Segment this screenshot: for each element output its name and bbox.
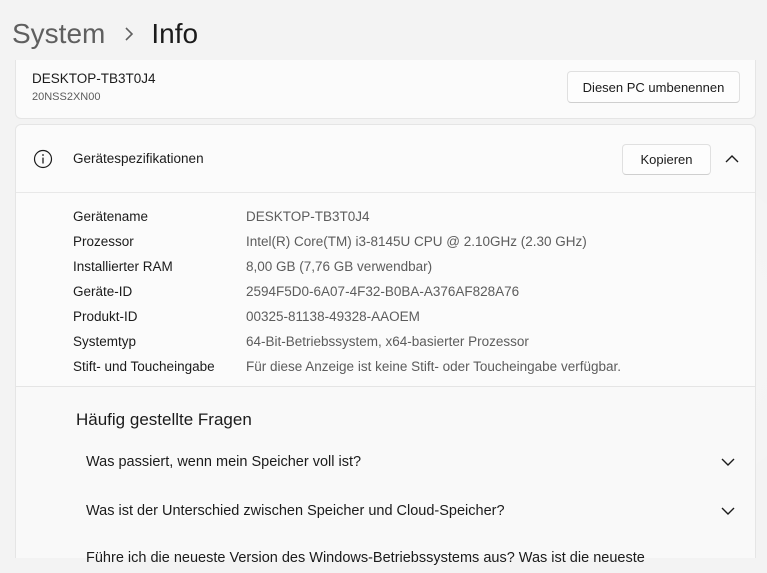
faq-question: Führe ich die neueste Version des Window… [86, 550, 645, 566]
spec-label: Produkt-ID [73, 309, 138, 324]
spec-label: Gerätename [73, 209, 149, 224]
info-icon [33, 149, 53, 169]
faq-question: Was ist der Unterschied zwischen Speiche… [86, 503, 505, 519]
spec-row: Installierter RAM 8,00 GB (7,76 GB verwe… [73, 254, 621, 279]
copy-button[interactable]: Kopieren [622, 144, 711, 175]
spec-value: Für diese Anzeige ist keine Stift- oder … [246, 359, 621, 374]
faq-item[interactable]: Führe ich die neueste Version des Window… [86, 543, 716, 573]
device-specs-card: Gerätespezifikationen Kopieren Gerätenam… [15, 124, 756, 387]
faq-item[interactable]: Was ist der Unterschied zwischen Speiche… [86, 496, 736, 526]
spec-value: 2594F5D0-6A07-4F32-B0BA-A376AF828A76 [246, 284, 520, 299]
spec-label: Stift- und Toucheingabe [73, 359, 215, 374]
pc-name-card: DESKTOP-TB3T0J4 20NSS2XN00 Diesen PC umb… [15, 60, 756, 119]
device-model: 20NSS2XN00 [32, 91, 101, 103]
chevron-up-icon[interactable] [723, 150, 741, 168]
device-name: DESKTOP-TB3T0J4 [32, 71, 156, 86]
spec-label: Geräte-ID [73, 284, 133, 299]
spec-value: Intel(R) Core(TM) i3-8145U CPU @ 2.10GHz… [246, 234, 587, 249]
spec-label: Systemtyp [73, 334, 137, 349]
device-specs-header[interactable]: Gerätespezifikationen Kopieren [16, 125, 755, 193]
chevron-down-icon [720, 454, 736, 470]
spec-value: 8,00 GB (7,76 GB verwendbar) [246, 259, 433, 274]
chevron-right-icon [117, 22, 141, 46]
faq-title: Häufig gestellte Fragen [76, 410, 252, 429]
breadcrumb: System Info [12, 14, 198, 54]
chevron-down-icon [720, 503, 736, 519]
spec-row: Prozessor Intel(R) Core(TM) i3-8145U CPU… [73, 229, 621, 254]
spec-list: Gerätename DESKTOP-TB3T0J4 Prozessor Int… [73, 204, 621, 379]
spec-label: Prozessor [73, 234, 134, 249]
spec-label: Installierter RAM [73, 259, 173, 274]
spec-value: 64-Bit-Betriebssystem, x64-basierter Pro… [246, 334, 529, 349]
spec-row: Systemtyp 64-Bit-Betriebssystem, x64-bas… [73, 329, 621, 354]
spec-value: 00325-81138-49328-AAOEM [246, 309, 420, 324]
spec-row: Gerätename DESKTOP-TB3T0J4 [73, 204, 621, 229]
spec-row: Produkt-ID 00325-81138-49328-AAOEM [73, 304, 621, 329]
rename-pc-button[interactable]: Diesen PC umbenennen [567, 71, 740, 103]
device-specs-title: Gerätespezifikationen [73, 151, 204, 166]
spec-value: DESKTOP-TB3T0J4 [246, 209, 370, 224]
spec-row: Stift- und Toucheingabe Für diese Anzeig… [73, 354, 621, 379]
page-title: Info [151, 18, 199, 49]
spec-row: Geräte-ID 2594F5D0-6A07-4F32-B0BA-A376AF… [73, 279, 621, 304]
faq-section: Häufig gestellte Fragen Was passiert, we… [15, 387, 756, 566]
breadcrumb-parent[interactable]: System [12, 18, 105, 50]
faq-question: Was passiert, wenn mein Speicher voll is… [86, 454, 362, 470]
faq-item[interactable]: Was passiert, wenn mein Speicher voll is… [86, 447, 736, 477]
